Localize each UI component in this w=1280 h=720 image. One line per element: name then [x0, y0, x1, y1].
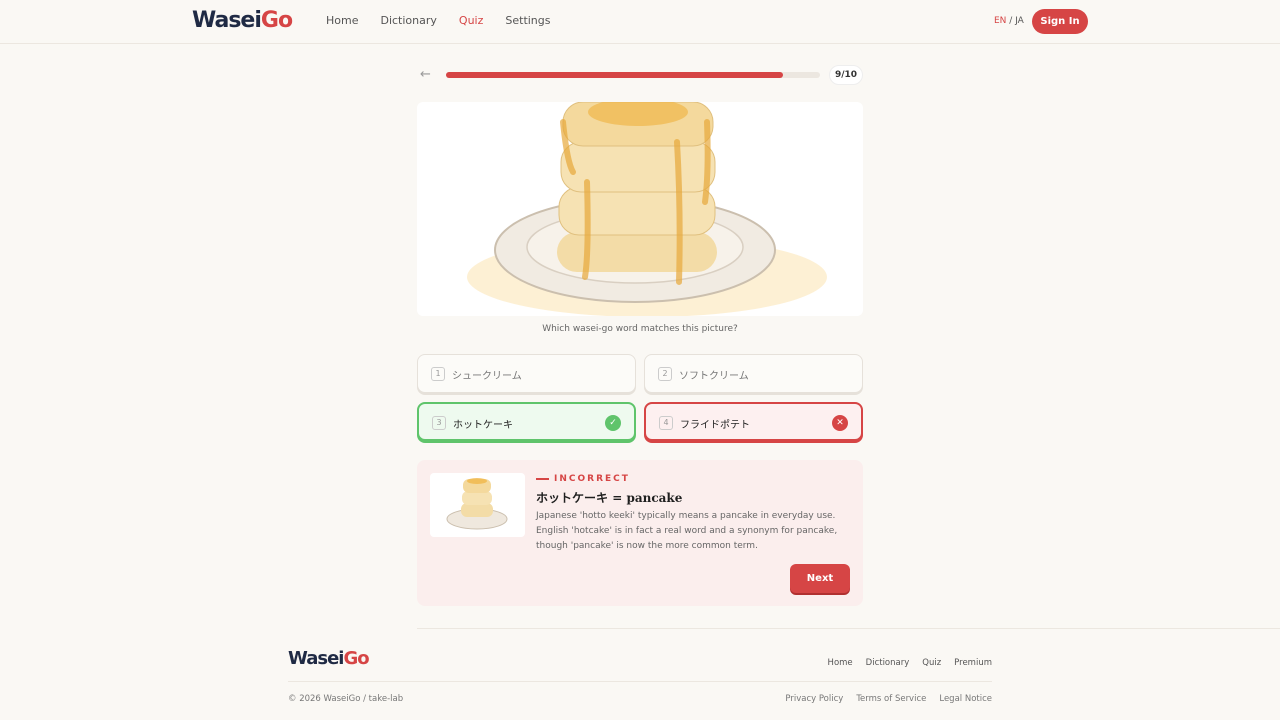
lang-separator: / — [1006, 16, 1016, 26]
feedback-title: ホットケーキ = pancake — [536, 491, 683, 505]
nav-settings[interactable]: Settings — [505, 14, 550, 27]
footer-divider — [288, 681, 992, 682]
nav-home[interactable]: Home — [326, 14, 358, 27]
check-icon: ✓ — [605, 415, 621, 431]
main-nav: Home Dictionary Quiz Settings — [326, 14, 551, 27]
option-number: 2 — [658, 367, 672, 381]
question-counter: 9/10 — [829, 65, 863, 85]
feedback-thumbnail — [430, 473, 525, 537]
privacy-policy-link[interactable]: Privacy Policy — [785, 694, 843, 704]
feedback-description: Japanese 'hotto keeki' typically means a… — [536, 511, 838, 551]
quiz-image — [417, 102, 863, 316]
logo[interactable]: WaseiGo — [192, 8, 293, 33]
cross-icon: ✕ — [832, 415, 848, 431]
legal-notice-link[interactable]: Legal Notice — [939, 694, 992, 704]
option-label: フライドポテト — [680, 420, 750, 431]
copyright: © 2026 WaseiGo / take-lab — [288, 694, 404, 704]
pancake-illustration — [467, 102, 827, 316]
option-4-wrong[interactable]: 4 フライドポテト ✕ — [644, 402, 863, 441]
progress-bar — [446, 72, 820, 78]
quiz-question: Which wasei-go word matches this picture… — [542, 324, 738, 334]
option-3-correct[interactable]: 3 ホットケーキ ✓ — [417, 402, 636, 441]
sign-in-button[interactable]: Sign In — [1032, 9, 1088, 34]
option-2[interactable]: 2 ソフトクリーム — [644, 354, 863, 393]
option-label: シュークリーム — [452, 371, 522, 382]
footer-nav-quiz[interactable]: Quiz — [922, 658, 941, 668]
lang-en[interactable]: EN — [994, 16, 1006, 26]
progress-fill — [446, 72, 783, 78]
footer-nav-dictionary[interactable]: Dictionary — [866, 658, 910, 668]
footer-logo[interactable]: WaseiGo — [288, 648, 370, 669]
option-number: 4 — [659, 416, 673, 430]
footer-nav: Home Dictionary Quiz Premium — [828, 658, 992, 668]
footer-nav-home[interactable]: Home — [828, 658, 853, 668]
option-label: ソフトクリーム — [679, 371, 749, 382]
site-header: WaseiGo Home Dictionary Quiz Settings EN… — [0, 0, 1280, 44]
option-number: 3 — [432, 416, 446, 430]
footer-nav-premium[interactable]: Premium — [954, 658, 992, 668]
pancake-thumbnail-illustration — [446, 478, 508, 530]
nav-quiz[interactable]: Quiz — [459, 14, 483, 27]
terms-of-service-link[interactable]: Terms of Service — [856, 694, 926, 704]
footer-separator — [417, 628, 1280, 629]
feedback-status: INCORRECT — [536, 474, 630, 484]
next-button[interactable]: Next — [790, 564, 850, 593]
back-arrow-icon[interactable]: ← — [420, 67, 431, 82]
option-number: 1 — [431, 367, 445, 381]
lang-ja[interactable]: JA — [1015, 16, 1024, 26]
language-switcher[interactable]: EN / JA — [994, 16, 1024, 26]
nav-dictionary[interactable]: Dictionary — [380, 14, 436, 27]
status-dash — [536, 477, 549, 480]
legal-links: Privacy Policy Terms of Service Legal No… — [785, 694, 992, 704]
option-label: ホットケーキ — [453, 420, 513, 431]
option-1[interactable]: 1 シュークリーム — [417, 354, 636, 393]
